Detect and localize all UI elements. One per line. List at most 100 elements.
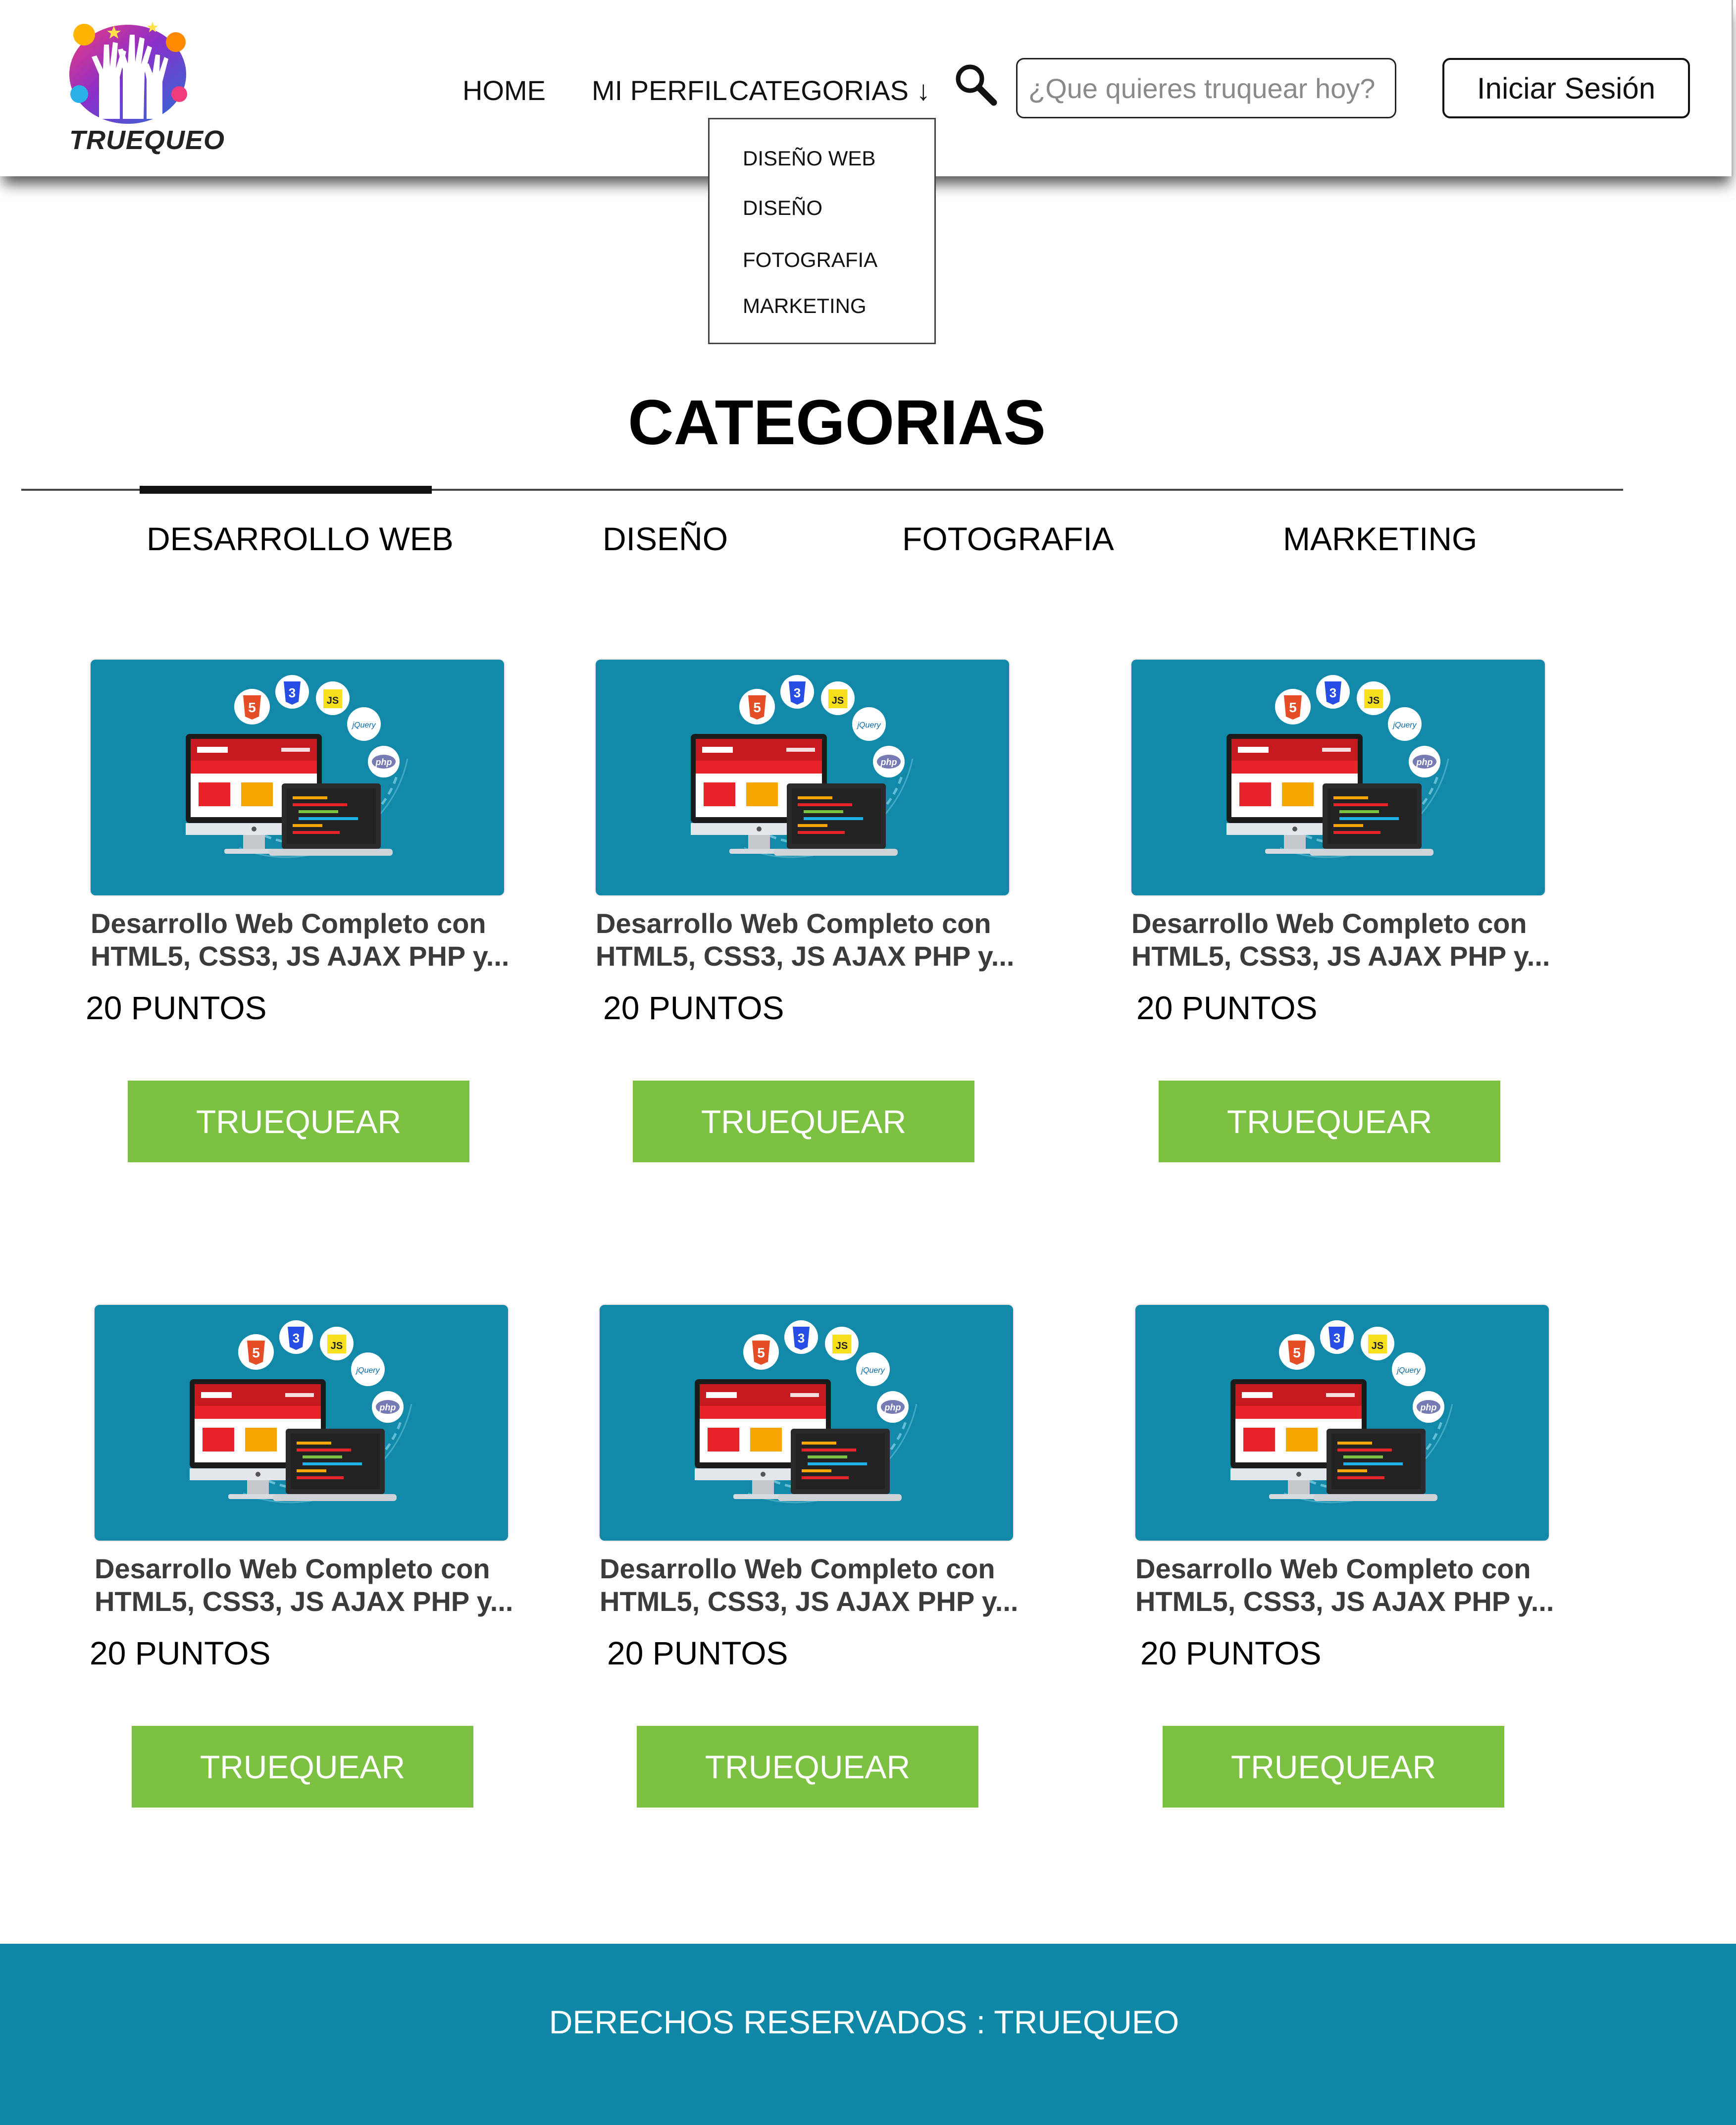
card-image[interactable]: 5 3 JS jQuery php	[596, 660, 1009, 895]
web-development-illustration: 5 3 JS jQuery php	[186, 675, 408, 858]
search-icon[interactable]	[953, 62, 998, 106]
jquery-label: jQuery	[355, 1366, 380, 1375]
card-points: 20 PUNTOS	[86, 989, 267, 1026]
page-title: CATEGORIAS	[628, 387, 1046, 458]
css3-label: 3	[289, 685, 296, 700]
card-image[interactable]: 5 3 JS jQuery php	[600, 1305, 1013, 1541]
card-title-line-1: Desarrollo Web Completo con	[1131, 908, 1527, 939]
card-image[interactable]: 5 3 JS jQuery php	[1135, 1305, 1549, 1541]
footer: DERECHOS RESERVADOS : TRUEQUEO	[0, 1944, 1736, 2125]
card-title-line-2: HTML5, CSS3, JS AJAX PHP y...	[596, 940, 1015, 972]
brand-name: TRUEQUEO	[69, 125, 225, 155]
categories-dropdown-menu: DISEÑO WEB DISEÑO FOTOGRAFIA MARKETING	[708, 118, 936, 344]
jquery-label: jQuery	[1392, 721, 1417, 729]
css3-label: 3	[1329, 685, 1336, 700]
card-title-line-1: Desarrollo Web Completo con	[91, 908, 486, 939]
trade-button[interactable]: TRUEQUEAR	[637, 1726, 978, 1808]
dropdown-item-diseno-web[interactable]: DISEÑO WEB	[743, 147, 875, 170]
html5-label: 5	[757, 1345, 765, 1360]
html5-label: 5	[248, 700, 256, 715]
card-title-line-1: Desarrollo Web Completo con	[95, 1553, 490, 1584]
dropdown-item-diseno[interactable]: DISEÑO	[743, 196, 822, 220]
card-title-line-2: HTML5, CSS3, JS AJAX PHP y...	[1131, 940, 1550, 972]
card-title: Desarrollo Web Completo con HTML5, CSS3,…	[91, 907, 516, 973]
card-points: 20 PUNTOS	[90, 1635, 271, 1671]
web-development-illustration: 5 3 JS jQuery php	[1230, 1320, 1453, 1503]
php-label: php	[884, 1402, 901, 1412]
login-button[interactable]: Iniciar Sesión	[1442, 58, 1690, 118]
php-label: php	[880, 757, 897, 767]
html5-label: 5	[1293, 1345, 1301, 1360]
footer-copyright: DERECHOS RESERVADOS : TRUEQUEO	[549, 2004, 1179, 2040]
php-label: php	[1420, 1402, 1437, 1412]
html5-label: 5	[252, 1345, 260, 1360]
nav-profile-link[interactable]: MI PERFIL	[592, 74, 727, 106]
css3-label: 3	[293, 1331, 300, 1346]
product-card[interactable]: 5 3 JS jQuery php Desarrollo Web Complet…	[1135, 1305, 1556, 1815]
js-label: JS	[331, 1341, 343, 1351]
product-card[interactable]: 5 3 JS jQuery php Desarrollo Web Complet…	[90, 1305, 515, 1815]
raised-hands-logo-icon	[69, 22, 187, 124]
product-card[interactable]: 5 3 JS jQuery php Desarrollo Web Complet…	[1131, 660, 1552, 1170]
php-label: php	[1416, 757, 1433, 767]
tab-diseno[interactable]: DISEÑO	[603, 520, 728, 558]
card-points: 20 PUNTOS	[607, 1635, 788, 1671]
js-label: JS	[836, 1341, 848, 1351]
html5-label: 5	[753, 700, 761, 715]
card-title-line-1: Desarrollo Web Completo con	[596, 908, 991, 939]
nav-home-link[interactable]: HOME	[462, 74, 546, 106]
product-card[interactable]: 5 3 JS jQuery php Desarrollo Web Complet…	[600, 1305, 1021, 1815]
trade-button[interactable]: TRUEQUEAR	[1159, 1081, 1500, 1162]
trade-button[interactable]: TRUEQUEAR	[1163, 1726, 1504, 1808]
active-tab-indicator	[140, 486, 432, 494]
trade-button[interactable]: TRUEQUEAR	[132, 1726, 473, 1808]
js-label: JS	[832, 695, 844, 706]
card-image[interactable]: 5 3 JS jQuery php	[95, 1305, 508, 1541]
jquery-label: jQuery	[860, 1366, 885, 1375]
web-development-illustration: 5 3 JS jQuery php	[1226, 675, 1449, 858]
tab-marketing[interactable]: MARKETING	[1283, 520, 1477, 558]
search-input[interactable]	[1016, 58, 1396, 118]
web-development-illustration: 5 3 JS jQuery php	[695, 1320, 918, 1503]
css3-label: 3	[794, 685, 801, 700]
card-title-line-1: Desarrollo Web Completo con	[600, 1553, 995, 1584]
trade-button[interactable]: TRUEQUEAR	[128, 1081, 469, 1162]
php-label: php	[379, 1402, 396, 1412]
card-points: 20 PUNTOS	[603, 989, 784, 1026]
card-title-line-1: Desarrollo Web Completo con	[1135, 1553, 1531, 1584]
card-title-line-2: HTML5, CSS3, JS AJAX PHP y...	[1135, 1586, 1554, 1617]
trade-button[interactable]: TRUEQUEAR	[633, 1081, 974, 1162]
product-card[interactable]: 5 3 JS jQuery php Desarrollo Web Complet…	[596, 660, 1017, 1170]
brand-logo[interactable]: TRUEQUEO	[64, 15, 224, 158]
card-title: Desarrollo Web Completo con HTML5, CSS3,…	[1131, 907, 1557, 973]
card-title: Desarrollo Web Completo con HTML5, CSS3,…	[600, 1553, 1025, 1618]
web-development-illustration: 5 3 JS jQuery php	[691, 675, 914, 858]
jquery-label: jQuery	[351, 721, 376, 729]
jquery-label: jQuery	[856, 721, 881, 729]
css3-label: 3	[798, 1331, 805, 1346]
html5-label: 5	[1289, 700, 1297, 715]
tab-desarrollo-web[interactable]: DESARROLLO WEB	[147, 520, 454, 558]
card-title: Desarrollo Web Completo con HTML5, CSS3,…	[1135, 1553, 1561, 1618]
js-label: JS	[327, 695, 339, 706]
nav-categories-dropdown[interactable]: CATEGORIAS ↓	[729, 74, 930, 106]
card-points: 20 PUNTOS	[1136, 989, 1318, 1026]
product-card[interactable]: 5 3 JS jQuery php Desarrollo Web Complet…	[86, 660, 511, 1170]
card-title: Desarrollo Web Completo con HTML5, CSS3,…	[95, 1553, 520, 1618]
dropdown-item-fotografia[interactable]: FOTOGRAFIA	[743, 248, 877, 272]
jquery-label: jQuery	[1396, 1366, 1421, 1375]
css3-label: 3	[1333, 1331, 1340, 1346]
card-title-line-2: HTML5, CSS3, JS AJAX PHP y...	[95, 1586, 513, 1617]
card-points: 20 PUNTOS	[1140, 1635, 1322, 1671]
dropdown-item-marketing[interactable]: MARKETING	[743, 294, 867, 318]
tab-fotografia[interactable]: FOTOGRAFIA	[902, 520, 1114, 558]
php-label: php	[375, 757, 392, 767]
js-label: JS	[1372, 1341, 1383, 1351]
web-development-illustration: 5 3 JS jQuery php	[190, 1320, 412, 1503]
js-label: JS	[1368, 695, 1379, 706]
card-image[interactable]: 5 3 JS jQuery php	[91, 660, 504, 895]
card-title-line-2: HTML5, CSS3, JS AJAX PHP y...	[600, 1586, 1019, 1617]
card-image[interactable]: 5 3 JS jQuery php	[1131, 660, 1545, 895]
card-title-line-2: HTML5, CSS3, JS AJAX PHP y...	[91, 940, 510, 972]
card-title: Desarrollo Web Completo con HTML5, CSS3,…	[596, 907, 1021, 973]
